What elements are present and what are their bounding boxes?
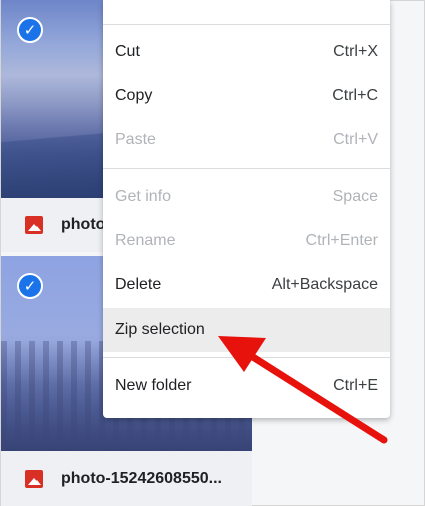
annotation-arrow-icon bbox=[218, 336, 388, 444]
